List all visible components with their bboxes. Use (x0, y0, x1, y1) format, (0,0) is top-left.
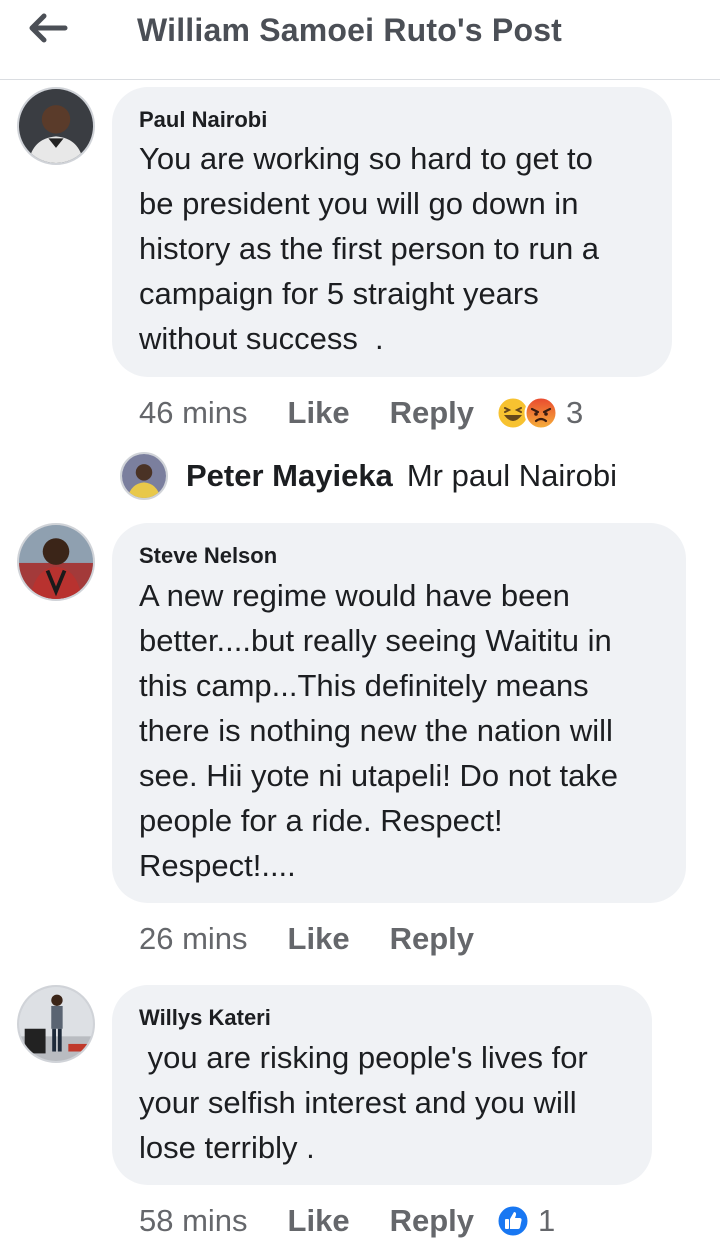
comment-time: 46 mins (139, 395, 248, 430)
avatar-peter-mayieka[interactable] (120, 452, 168, 500)
comment-text: A new regime would have been better....b… (139, 578, 619, 883)
arrow-left-icon (29, 13, 68, 43)
profile-photo (19, 89, 93, 163)
profile-photo (19, 525, 93, 599)
comment-actions: 26 mins Like Reply (139, 919, 474, 959)
reply-button[interactable]: Reply (390, 395, 474, 431)
view-reply-row[interactable]: Peter Mayieka Mr paul Nairobi (120, 452, 657, 500)
avatar-steve-nelson[interactable] (17, 523, 95, 601)
profile-photo (19, 987, 93, 1061)
comment-author[interactable]: Willys Kateri (139, 1005, 271, 1031)
angry-emoji-icon (524, 396, 558, 430)
comment-author[interactable]: Steve Nelson (139, 543, 277, 569)
reply-text-preview: Mr paul Nairobi (406, 458, 618, 493)
back-button[interactable] (22, 10, 74, 46)
reply-author: Peter Mayieka (186, 458, 393, 493)
comment-actions: 46 mins Like Reply 3 (139, 393, 583, 433)
reply-button[interactable]: Reply (390, 1203, 474, 1239)
like-emoji-icon (496, 1204, 530, 1238)
avatar-willys-kateri[interactable] (17, 985, 95, 1063)
like-button[interactable]: Like (288, 921, 350, 957)
reaction-count: 3 (566, 395, 584, 430)
avatar-paul-nairobi[interactable] (17, 87, 95, 165)
comment-author[interactable]: Paul Nairobi (139, 107, 267, 133)
top-bar: William Samoei Ruto's Post (0, 0, 720, 80)
reaction-count: 1 (538, 1203, 556, 1238)
comment-time: 26 mins (139, 921, 248, 956)
comment-text: you are risking people's lives for your … (139, 1040, 588, 1165)
comment-time: 58 mins (139, 1203, 248, 1238)
reply-button[interactable]: Reply (390, 921, 474, 957)
reaction-summary[interactable]: 3 (496, 395, 583, 431)
like-button[interactable]: Like (288, 395, 350, 431)
like-button[interactable]: Like (288, 1203, 350, 1239)
profile-photo (122, 454, 166, 498)
comment-text: You are working so hard to get to be pre… (139, 141, 600, 356)
page-title: William Samoei Ruto's Post (137, 12, 563, 48)
reaction-summary[interactable]: 1 (496, 1203, 555, 1239)
comment-actions: 58 mins Like Reply 1 (139, 1201, 555, 1241)
